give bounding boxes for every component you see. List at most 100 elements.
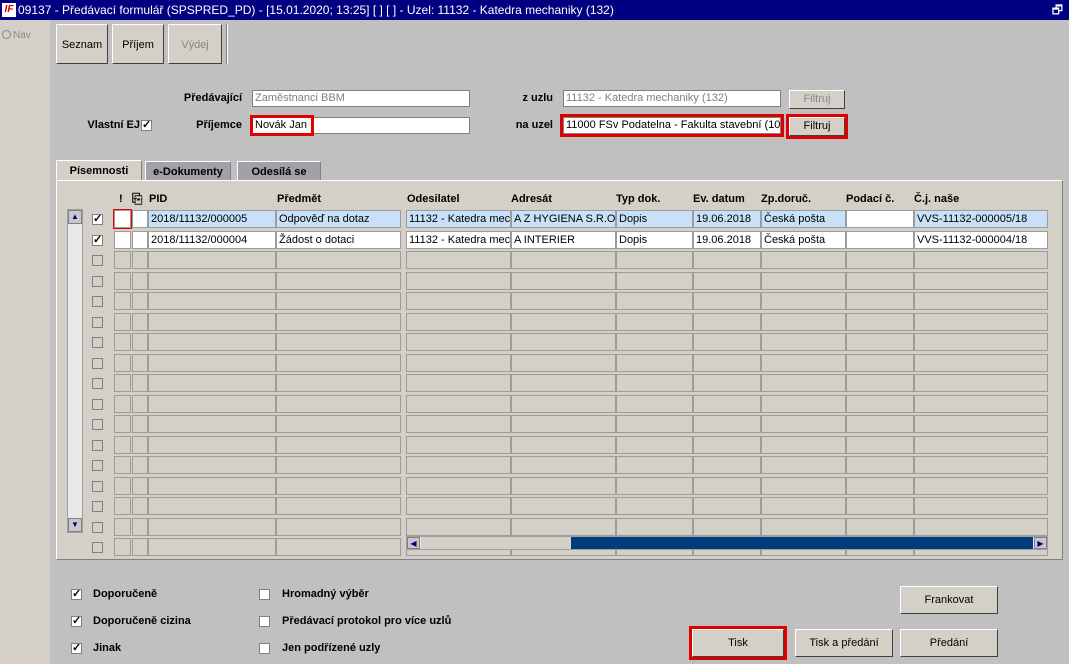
row-checkbox[interactable] [92,542,103,553]
table-cell-empty[interactable] [693,497,761,515]
predavajici-field[interactable]: Zaměstnanci BBM [252,90,470,107]
table-cell-empty[interactable] [406,395,511,413]
table-cell-empty[interactable] [276,538,401,556]
table-cell-empty[interactable] [114,292,131,310]
table-cell-empty[interactable] [132,538,148,556]
row-checkbox[interactable] [92,378,103,389]
table-cell-empty[interactable] [846,518,914,536]
table-cell-empty[interactable] [148,477,276,495]
table-cell-empty[interactable] [132,333,148,351]
table-cell-empty[interactable] [846,333,914,351]
table-cell-empty[interactable] [693,292,761,310]
table-cell-empty[interactable] [148,518,276,536]
table-cell-empty[interactable] [132,251,148,269]
seznam-button[interactable]: Seznam [56,24,108,64]
table-cell-datum[interactable]: 19.06.2018 [693,231,761,249]
table-cell-empty[interactable] [616,395,693,413]
table-cell-empty[interactable] [846,477,914,495]
table-cell-empty[interactable] [148,415,276,433]
table-cell-flag[interactable] [132,231,148,249]
table-cell-empty[interactable] [761,333,846,351]
table-cell-empty[interactable] [693,395,761,413]
table-cell-empty[interactable] [914,415,1048,433]
table-cell-empty[interactable] [406,292,511,310]
table-cell-empty[interactable] [148,374,276,392]
table-cell-empty[interactable] [406,251,511,269]
table-cell-empty[interactable] [114,436,131,454]
table-cell-empty[interactable] [114,456,131,474]
table-cell-empty[interactable] [114,333,131,351]
table-cell-flag[interactable] [113,209,132,229]
table-cell-empty[interactable] [511,395,616,413]
table-cell-empty[interactable] [276,374,401,392]
table-cell-empty[interactable] [276,456,401,474]
table-cell-empty[interactable] [406,415,511,433]
table-cell-empty[interactable] [511,333,616,351]
row-checkbox[interactable] [92,296,103,307]
table-cell-empty[interactable] [148,395,276,413]
table-cell-empty[interactable] [406,436,511,454]
table-cell-empty[interactable] [616,518,693,536]
table-cell-empty[interactable] [148,436,276,454]
table-cell-empty[interactable] [761,313,846,331]
table-cell-empty[interactable] [616,374,693,392]
table-cell-empty[interactable] [616,415,693,433]
table-cell-empty[interactable] [761,354,846,372]
table-cell-empty[interactable] [114,395,131,413]
table-cell-empty[interactable] [406,354,511,372]
table-cell-empty[interactable] [114,272,131,290]
table-cell-empty[interactable] [761,456,846,474]
table-cell-typ[interactable]: Dopis [616,231,693,249]
table-cell-empty[interactable] [761,395,846,413]
table-cell-empty[interactable] [914,395,1048,413]
table-cell-empty[interactable] [761,374,846,392]
table-cell-empty[interactable] [846,354,914,372]
table-cell-empty[interactable] [761,518,846,536]
filtruj-na-uzel-button[interactable]: Filtruj [786,114,848,139]
table-cell-empty[interactable] [693,436,761,454]
table-cell-empty[interactable] [846,272,914,290]
table-cell-empty[interactable] [914,436,1048,454]
table-cell-empty[interactable] [276,292,401,310]
table-cell-empty[interactable] [406,497,511,515]
table-cell-empty[interactable] [276,415,401,433]
table-cell-empty[interactable] [148,333,276,351]
scroll-thumb[interactable] [421,537,572,549]
table-cell-empty[interactable] [132,415,148,433]
table-cell-flag[interactable] [114,231,131,249]
filtruj-z-uzlu-button[interactable]: Filtruj [789,90,845,109]
table-cell-zpdoruc[interactable]: Česká pošta [761,231,846,249]
row-checkbox[interactable] [92,419,103,430]
table-cell-empty[interactable] [693,354,761,372]
table-cell-empty[interactable] [132,436,148,454]
table-cell-empty[interactable] [114,518,131,536]
table-cell-empty[interactable] [914,477,1048,495]
table-cell-empty[interactable] [276,395,401,413]
table-horizontal-scrollbar[interactable]: ◀ ▶ [406,536,1048,550]
table-cell-empty[interactable] [148,313,276,331]
table-cell-empty[interactable] [276,333,401,351]
table-cell-empty[interactable] [511,477,616,495]
table-cell-empty[interactable] [846,415,914,433]
table-cell-zpdoruc[interactable]: Česká pošta [761,210,846,228]
table-cell-empty[interactable] [616,436,693,454]
table-cell-empty[interactable] [406,477,511,495]
table-cell-podaci[interactable] [846,210,914,228]
table-cell-empty[interactable] [616,354,693,372]
row-checkbox[interactable] [92,358,103,369]
table-cell-empty[interactable] [406,313,511,331]
table-cell-pid[interactable]: 2018/11132/000005 [148,210,276,228]
table-cell-empty[interactable] [761,477,846,495]
table-cell-empty[interactable] [846,436,914,454]
table-cell-empty[interactable] [132,395,148,413]
table-cell-cj[interactable]: VVS-11132-000005/18 [914,210,1048,228]
table-cell-empty[interactable] [148,354,276,372]
predani-button[interactable]: Předání [900,629,998,657]
na-uzel-field[interactable]: 11000 FSv Podatelna - Fakulta stavební (… [560,114,784,137]
scroll-up-icon[interactable]: ▲ [68,210,82,224]
table-cell-empty[interactable] [914,313,1048,331]
table-cell-empty[interactable] [132,292,148,310]
table-cell-empty[interactable] [132,272,148,290]
table-cell-empty[interactable] [132,518,148,536]
table-cell-empty[interactable] [511,497,616,515]
